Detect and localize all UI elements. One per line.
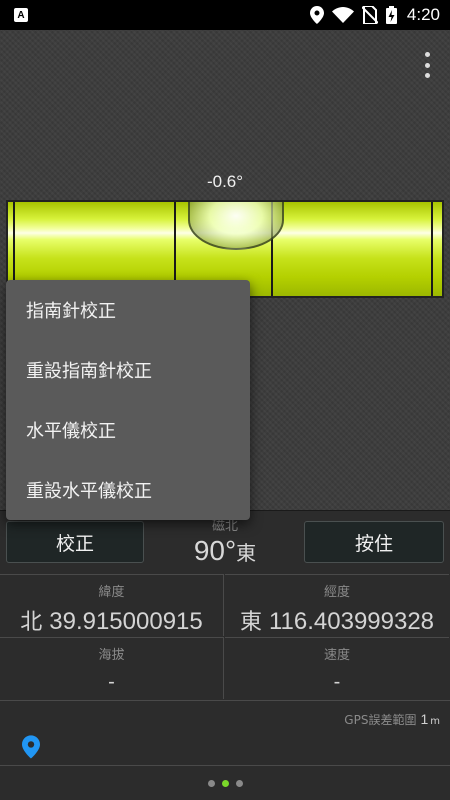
overflow-dot xyxy=(424,62,430,68)
page-dot[interactable] xyxy=(207,779,215,787)
speed-value: - xyxy=(333,671,341,693)
hold-button[interactable]: 按住 xyxy=(304,521,444,563)
menu-item-level-calibration[interactable]: 水平儀校正 xyxy=(6,400,250,460)
map-location-icon[interactable] xyxy=(22,735,40,759)
compass-degrees: 90° xyxy=(193,535,237,566)
tube-end-line xyxy=(431,202,433,296)
overflow-dot xyxy=(424,73,430,78)
status-left: A xyxy=(14,8,28,22)
gps-area: GPS誤差範圍 1 m xyxy=(0,700,450,766)
gps-accuracy-unit: m xyxy=(430,716,440,727)
page-indicator xyxy=(0,766,450,800)
status-time: 4:20 xyxy=(406,5,440,24)
popup-menu: 指南針校正 重設指南針校正 水平儀校正 重設水平儀校正 xyxy=(6,280,250,520)
latitude-number: 39.915000915 xyxy=(49,608,203,635)
status-bar: A 4:20 xyxy=(0,0,450,30)
altitude-value: - xyxy=(108,671,115,693)
compass-direction: 東 xyxy=(236,541,257,565)
longitude-number: 116.403999328 xyxy=(268,608,435,635)
battery-charging-icon xyxy=(385,6,397,24)
level-angle: -0.6° xyxy=(206,172,244,191)
app-notification-icon: A xyxy=(14,8,28,22)
location-icon xyxy=(309,6,324,24)
page-dot[interactable] xyxy=(235,779,243,787)
menu-item-reset-compass-calibration[interactable]: 重設指南針校正 xyxy=(6,340,250,400)
altitude-label: 海拔 xyxy=(98,648,125,663)
level-bubble xyxy=(188,202,284,250)
compass-heading: 90°東 xyxy=(150,535,300,567)
gps-accuracy-value: 1 xyxy=(420,711,429,727)
longitude-prefix: 東 xyxy=(239,610,262,635)
wifi-icon xyxy=(331,7,354,23)
status-right: 4:20 xyxy=(309,5,440,25)
overflow-menu-button[interactable] xyxy=(422,52,432,78)
overflow-dot xyxy=(424,52,430,57)
no-sim-icon xyxy=(361,6,378,24)
longitude-cell: 經度 東 116.403999328 xyxy=(225,574,449,636)
speed-label: 速度 xyxy=(323,648,350,663)
latitude-label: 緯度 xyxy=(98,585,125,600)
info-grid: 緯度 北 39.915000915 經度 東 116.403999328 海拔 … xyxy=(0,574,450,700)
gps-accuracy-label: GPS誤差範圍 xyxy=(344,713,417,727)
latitude-prefix: 北 xyxy=(20,610,43,635)
latitude-cell: 緯度 北 39.915000915 xyxy=(0,574,224,636)
speed-cell: 速度 - xyxy=(225,637,449,699)
latitude-value: 北 39.915000915 xyxy=(0,604,223,636)
gps-accuracy: GPS誤差範圍 1 m xyxy=(344,711,440,728)
longitude-label: 經度 xyxy=(323,585,350,600)
calibrate-button[interactable]: 校正 xyxy=(6,521,144,563)
menu-item-compass-calibration[interactable]: 指南針校正 xyxy=(6,280,250,340)
page-dot-active[interactable] xyxy=(221,779,229,787)
app-badge-letter: A xyxy=(17,9,25,21)
longitude-value: 東 116.403999328 xyxy=(225,604,449,636)
altitude-cell: 海拔 - xyxy=(0,637,224,699)
menu-item-reset-level-calibration[interactable]: 重設水平儀校正 xyxy=(6,460,250,520)
